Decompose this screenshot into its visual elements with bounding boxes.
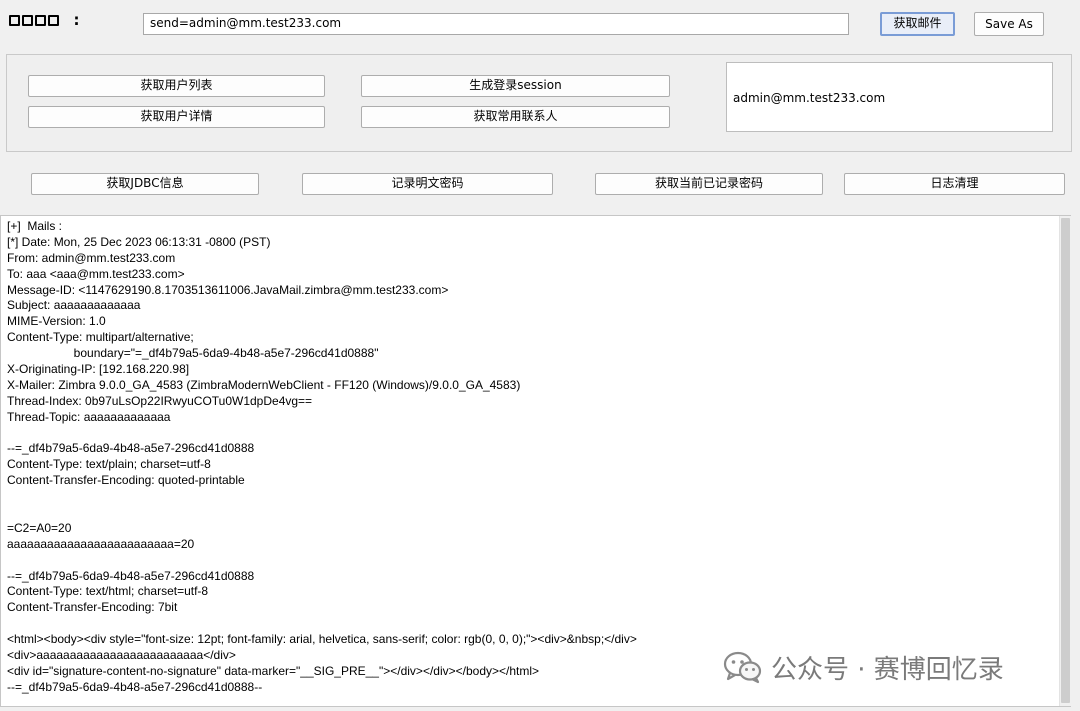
log-line: Content-Transfer-Encoding: 7bit — [7, 600, 178, 615]
log-line: Message-ID: <1147629190.8.1703513611006.… — [7, 282, 449, 297]
scrollbar-thumb[interactable] — [1061, 218, 1070, 703]
get-mail-button[interactable]: 获取邮件 — [880, 12, 955, 36]
log-line: To: aaa <aaa@mm.test233.com> — [7, 266, 185, 281]
get-user-list-button[interactable]: 获取用户列表 — [28, 75, 325, 97]
account-info-box: admin@mm.test233.com — [726, 62, 1053, 132]
record-plaintext-password-button[interactable]: 记录明文密码 — [302, 173, 553, 195]
log-line: Content-Type: text/plain; charset=utf-8 — [7, 457, 211, 472]
log-line: Content-Type: text/html; charset=utf-8 — [7, 584, 209, 599]
log-line: From: admin@mm.test233.com — [7, 250, 176, 265]
generate-session-button[interactable]: 生成登录session — [361, 75, 670, 97]
top-label-colon: : — [67, 11, 81, 29]
log-line: Thread-Topic: aaaaaaaaaaaaa — [7, 409, 171, 424]
top-label: : — [9, 11, 80, 29]
log-line: MIME-Version: 1.0 — [7, 314, 106, 329]
mail-output-textarea[interactable]: [+] Mails : [*] Date: Mon, 25 Dec 2023 0… — [0, 215, 1071, 707]
placeholder-glyph-icon — [9, 11, 61, 29]
wechat-icon — [723, 651, 762, 684]
watermark: 公众号 · 赛博回忆录 — [723, 648, 1004, 686]
log-line: Content-Type: multipart/alternative; — [7, 330, 194, 345]
log-line: --=_df4b79a5-6da9-4b48-a5e7-296cd41d0888 — [7, 441, 255, 456]
account-info-text: admin@mm.test233.com — [733, 91, 886, 105]
get-jdbc-info-button[interactable]: 获取JDBC信息 — [31, 173, 259, 195]
log-line: boundary="=_df4b79a5-6da9-4b48-a5e7-296c… — [7, 346, 379, 361]
log-line: Subject: aaaaaaaaaaaaa — [7, 298, 141, 313]
save-as-button[interactable]: Save As — [974, 12, 1044, 36]
log-line: =C2=A0=20 — [7, 520, 72, 535]
log-line: Thread-Index: 0b97uLsOp22IRwyuCOTu0W1dpD… — [7, 393, 313, 408]
get-contacts-button[interactable]: 获取常用联系人 — [361, 106, 670, 128]
log-line: [+] Mails : — [7, 219, 63, 233]
log-line: <html><body><div style="font-size: 12pt;… — [7, 632, 637, 647]
clear-logs-button[interactable]: 日志清理 — [844, 173, 1065, 195]
log-line: --=_df4b79a5-6da9-4b48-a5e7-296cd41d0888 — [7, 568, 255, 583]
send-input[interactable]: send=admin@mm.test233.com — [143, 13, 849, 35]
log-line: Content-Transfer-Encoding: quoted-printa… — [7, 473, 245, 488]
log-line: aaaaaaaaaaaaaaaaaaaaaaaaa=20 — [7, 536, 195, 551]
vertical-scrollbar[interactable] — [1059, 216, 1071, 706]
log-line: [*] Date: Mon, 25 Dec 2023 06:13:31 -080… — [7, 234, 271, 249]
log-line: X-Mailer: Zimbra 9.0.0_GA_4583 (ZimbraMo… — [7, 377, 521, 392]
watermark-text: 公众号 · 赛博回忆录 — [771, 654, 1004, 685]
get-recorded-passwords-button[interactable]: 获取当前已记录密码 — [595, 173, 823, 195]
get-user-details-button[interactable]: 获取用户详情 — [28, 106, 325, 128]
log-line: X-Originating-IP: [192.168.220.98] — [7, 362, 190, 377]
